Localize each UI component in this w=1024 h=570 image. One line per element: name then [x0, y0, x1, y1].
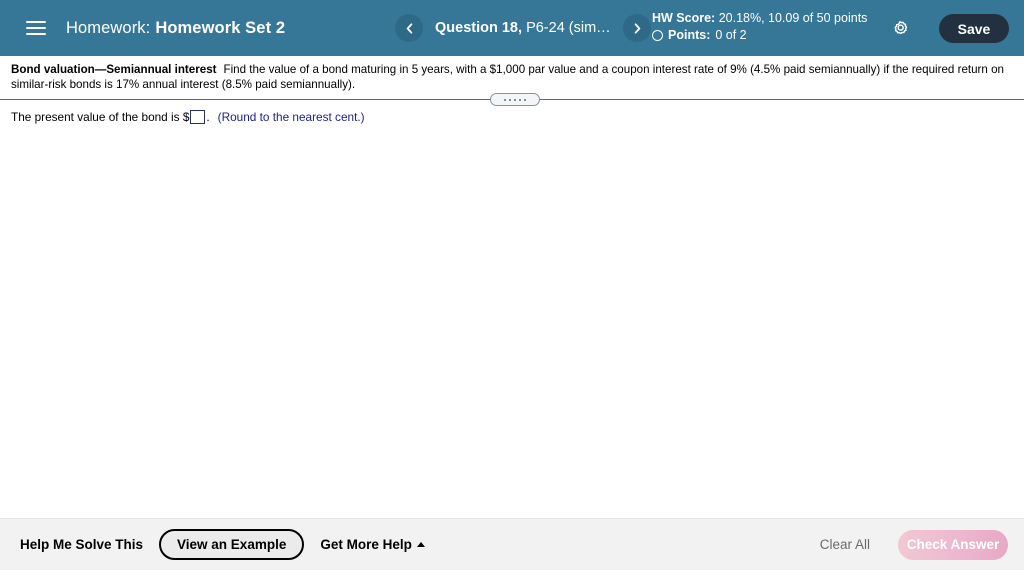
get-more-help-label: Get More Help [320, 537, 412, 552]
chevron-left-icon [406, 22, 412, 34]
next-question-button[interactable] [623, 14, 651, 42]
question-reference: P6-24 (simil... [526, 20, 611, 36]
handle-dot [519, 98, 521, 101]
homework-score: HW Score: 20.18%, 10.09 of 50 points [652, 10, 867, 27]
question-points: Points: 0 of 2 [652, 27, 867, 44]
check-answer-button[interactable]: Check Answer [898, 529, 1008, 560]
rounding-note: (Round to the nearest cent.) [217, 110, 365, 124]
view-an-example-button[interactable]: View an Example [159, 529, 305, 560]
hamburger-bar [26, 27, 46, 29]
handle-dot [514, 98, 516, 101]
assignment-title: Homework: Homework Set 2 [66, 19, 285, 38]
question-pane: Bond valuation—Semiannual interest Find t… [0, 56, 1024, 94]
question-number: Question 18, [435, 20, 523, 36]
hw-score-value: 20.18%, 10.09 of 50 points [718, 11, 868, 25]
pane-divider [0, 93, 1024, 107]
chevron-right-icon [634, 22, 640, 34]
handle-dot [524, 98, 526, 101]
assignment-label: Homework: [66, 18, 151, 37]
pane-resize-handle[interactable] [490, 93, 540, 106]
hw-score-label: HW Score: [652, 11, 716, 25]
question-statement: Bond valuation—Semiannual interest Find t… [11, 63, 1017, 92]
answer-pane: The present value of the bond is $ . (Ro… [0, 107, 1024, 518]
bottom-toolbar: Help Me Solve This View an Example Get M… [0, 518, 1024, 570]
prev-question-button[interactable] [395, 14, 423, 42]
answer-prompt: The present value of the bond is $ [11, 110, 190, 124]
handle-dot [504, 98, 506, 101]
help-me-solve-this-button[interactable]: Help Me Solve This [20, 537, 143, 552]
answer-prompt-suffix: . [206, 110, 210, 124]
points-label: Points: [668, 28, 711, 42]
hamburger-bar [26, 21, 46, 23]
current-question-label: Question 18, P6-24 (simil... [435, 20, 611, 36]
answer-input[interactable] [190, 110, 206, 124]
score-summary: HW Score: 20.18%, 10.09 of 50 points Poi… [652, 10, 867, 44]
bottom-toolbar-left: Help Me Solve This View an Example Get M… [20, 519, 425, 570]
settings-button[interactable] [886, 15, 914, 43]
assignment-name: Homework Set 2 [155, 18, 286, 37]
save-button[interactable]: Save [939, 14, 1009, 43]
answer-row: The present value of the bond is $ . (Ro… [11, 110, 1024, 124]
hamburger-icon[interactable] [18, 10, 54, 46]
gear-icon [894, 20, 908, 35]
handle-dot [509, 98, 511, 101]
app-header: Homework: Homework Set 2 Question 18, P6-… [0, 0, 1024, 56]
clear-all-button[interactable]: Clear All [820, 537, 870, 552]
question-navigator: Question 18, P6-24 (simil... [395, 0, 651, 56]
points-value: 0 of 2 [715, 28, 747, 42]
get-more-help-button[interactable]: Get More Help [320, 537, 425, 552]
bottom-toolbar-right: Clear All Check Answer [820, 519, 1008, 570]
caret-up-icon [416, 542, 425, 547]
question-title: Bond valuation—Semiannual interest [11, 63, 217, 76]
hamburger-bar [26, 33, 46, 35]
progress-circle-icon [652, 30, 663, 41]
